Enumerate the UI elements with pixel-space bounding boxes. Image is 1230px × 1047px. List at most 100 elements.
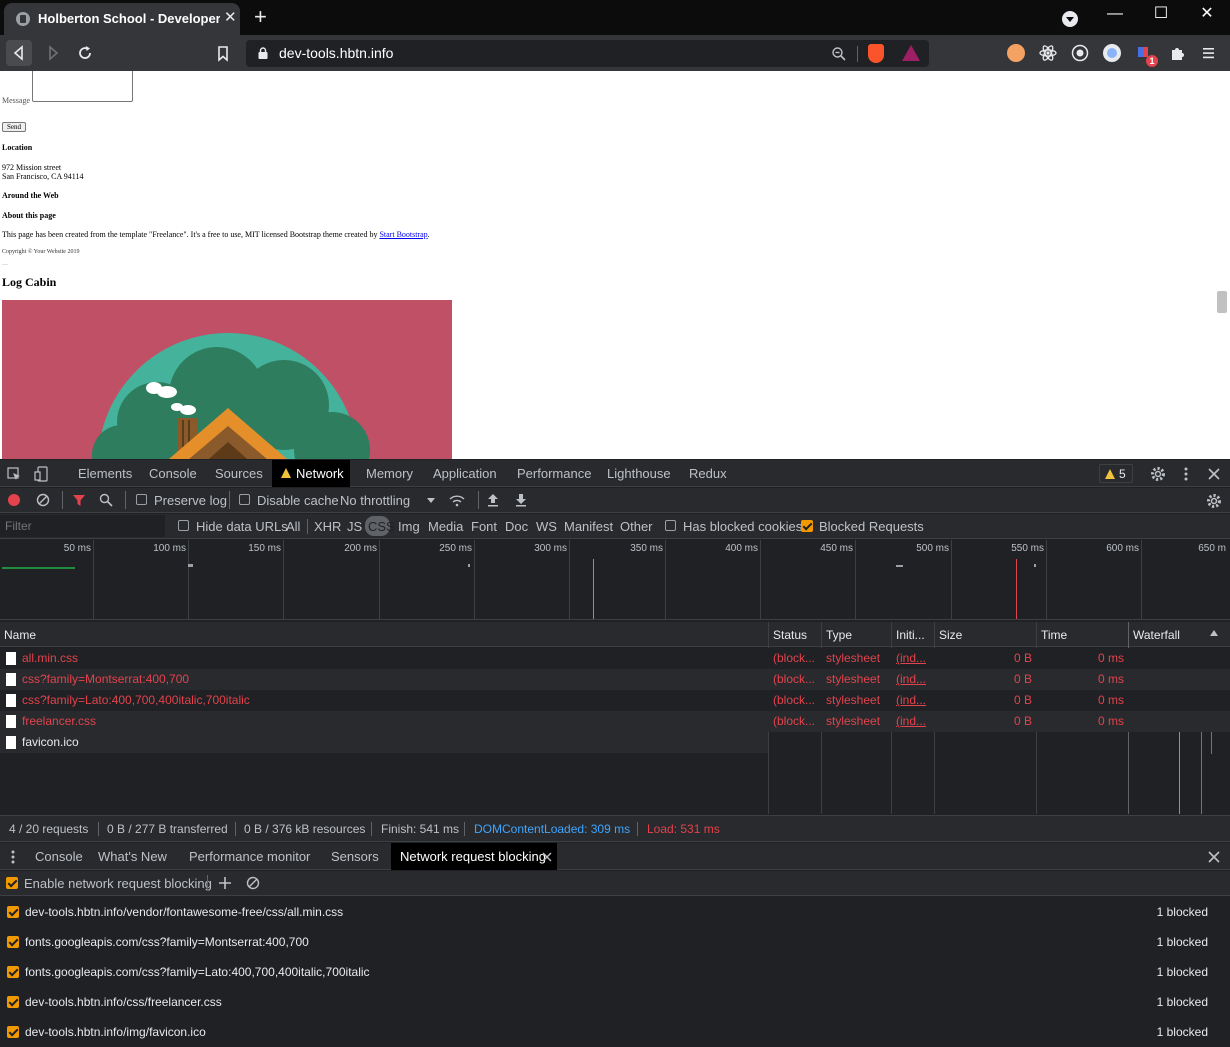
scroll-to-top-link[interactable]: — [2, 261, 8, 270]
network-settings-icon[interactable] [1206, 493, 1222, 509]
clear-icon[interactable] [36, 493, 50, 507]
list-item[interactable]: fonts.googleapis.com/css?family=Lato:400… [0, 957, 1230, 987]
hide-data-urls-checkbox[interactable] [178, 520, 189, 531]
column-status[interactable]: Status [773, 628, 807, 642]
maximize-button[interactable]: ☐ [1138, 2, 1184, 32]
blocked-requests-checkbox[interactable] [801, 520, 813, 532]
enable-blocking-checkbox[interactable] [6, 877, 18, 889]
type-filter-media[interactable]: Media [428, 519, 463, 534]
list-item[interactable]: dev-tools.hbtn.info/vendor/fontawesome-f… [0, 897, 1230, 927]
list-item[interactable]: dev-tools.hbtn.info/img/favicon.ico 1 bl… [0, 1017, 1230, 1047]
new-tab-button[interactable]: + [254, 6, 267, 28]
reload-button[interactable] [72, 40, 98, 66]
extension-avatar-icon[interactable] [1007, 44, 1025, 62]
close-tab-icon[interactable]: ✕ [224, 10, 237, 26]
tab-application[interactable]: Application [433, 466, 497, 481]
tab-lighthouse[interactable]: Lighthouse [607, 466, 671, 481]
type-filter-all[interactable]: All [286, 519, 300, 534]
type-filter-ws[interactable]: WS [536, 519, 557, 534]
pattern-checkbox[interactable] [7, 1026, 19, 1038]
drawer-tab-sensors[interactable]: Sensors [331, 849, 379, 864]
tab-console[interactable]: Console [149, 466, 197, 481]
type-filter-other[interactable]: Other [620, 519, 653, 534]
throttling-dropdown-icon[interactable] [427, 498, 435, 503]
tab-performance[interactable]: Performance [517, 466, 591, 481]
add-pattern-icon[interactable] [218, 876, 232, 890]
filter-input[interactable] [0, 515, 165, 537]
tab-network[interactable]: Network [272, 460, 350, 487]
table-row[interactable]: freelancer.css (block... stylesheet (ind… [0, 711, 1230, 732]
back-button[interactable] [6, 40, 32, 66]
send-button[interactable]: Send [2, 122, 26, 132]
close-drawer-tab-icon[interactable] [542, 852, 552, 862]
table-row[interactable]: all.min.css (block... stylesheet (ind...… [0, 648, 1230, 669]
import-har-icon[interactable] [487, 493, 499, 507]
react-devtools-icon[interactable] [1039, 44, 1057, 62]
close-drawer-icon[interactable] [1207, 850, 1221, 864]
request-initiator[interactable]: (ind... [896, 672, 930, 686]
tab-search-icon[interactable] [1062, 11, 1078, 27]
forward-button[interactable] [40, 40, 66, 66]
pattern-checkbox[interactable] [7, 966, 19, 978]
table-row[interactable]: css?family=Lato:400,700,400italic,700ita… [0, 690, 1230, 711]
start-bootstrap-link[interactable]: Start Bootstrap [379, 230, 427, 239]
type-filter-doc[interactable]: Doc [505, 519, 528, 534]
settings-gear-icon[interactable] [1150, 466, 1166, 482]
type-filter-xhr[interactable]: XHR [314, 519, 341, 534]
column-time[interactable]: Time [1041, 628, 1067, 642]
throttling-select[interactable]: No throttling [340, 493, 410, 508]
remove-all-patterns-icon[interactable] [246, 876, 260, 890]
column-type[interactable]: Type [826, 628, 852, 642]
sort-ascending-icon[interactable] [1210, 630, 1218, 636]
zoom-out-icon[interactable] [832, 47, 846, 61]
column-size[interactable]: Size [939, 628, 962, 642]
issues-counter[interactable]: 5 [1099, 464, 1133, 483]
request-initiator[interactable]: (ind... [896, 651, 930, 665]
drawer-tab-network-request-blocking[interactable]: Network request blocking [391, 843, 557, 870]
table-row[interactable]: favicon.ico [0, 732, 768, 753]
preserve-log-checkbox[interactable] [136, 494, 147, 505]
target-extension-icon[interactable] [1071, 44, 1089, 62]
has-blocked-cookies-checkbox[interactable] [665, 520, 676, 531]
tab-redux[interactable]: Redux [689, 466, 727, 481]
address-bar[interactable]: dev-tools.hbtn.info [246, 40, 929, 67]
request-initiator[interactable]: (ind... [896, 714, 930, 728]
drawer-tab-console[interactable]: Console [35, 849, 83, 864]
brave-rewards-icon[interactable] [902, 45, 920, 61]
close-window-button[interactable]: ✕ [1184, 2, 1230, 32]
type-filter-css[interactable]: CSS [368, 519, 395, 534]
tab-sources[interactable]: Sources [215, 466, 263, 481]
search-icon[interactable] [99, 493, 113, 507]
pattern-checkbox[interactable] [7, 936, 19, 948]
export-har-icon[interactable] [515, 493, 527, 507]
record-icon[interactable] [8, 494, 20, 506]
page-scrollbar[interactable] [1214, 71, 1230, 459]
circle-extension-icon[interactable] [1103, 44, 1121, 62]
drawer-menu-icon[interactable] [8, 849, 18, 865]
device-toolbar-icon[interactable] [34, 466, 48, 482]
tab-elements[interactable]: Elements [78, 466, 132, 481]
request-initiator[interactable]: (ind... [896, 693, 930, 707]
minimize-button[interactable]: — [1092, 2, 1138, 32]
table-row[interactable]: css?family=Montserrat:400,700 (block... … [0, 669, 1230, 690]
message-textarea[interactable] [32, 71, 133, 102]
browser-tab[interactable]: Holberton School - Developer tools ✕ [4, 3, 240, 35]
type-filter-js[interactable]: JS [347, 519, 362, 534]
disable-cache-checkbox[interactable] [239, 494, 250, 505]
type-filter-manifest[interactable]: Manifest [564, 519, 613, 534]
list-item[interactable]: dev-tools.hbtn.info/css/freelancer.css 1… [0, 987, 1230, 1017]
column-initiator[interactable]: Initi... [896, 628, 925, 642]
list-item[interactable]: fonts.googleapis.com/css?family=Montserr… [0, 927, 1230, 957]
pattern-checkbox[interactable] [7, 996, 19, 1008]
type-filter-img[interactable]: Img [398, 519, 420, 534]
pattern-checkbox[interactable] [7, 906, 19, 918]
type-filter-font[interactable]: Font [471, 519, 497, 534]
brave-shields-icon[interactable] [868, 44, 884, 63]
inspect-element-icon[interactable] [7, 467, 21, 481]
filter-funnel-icon[interactable] [72, 493, 86, 507]
column-name[interactable]: Name [4, 628, 36, 642]
column-waterfall[interactable]: Waterfall [1133, 628, 1180, 642]
bookmark-button[interactable] [210, 40, 236, 66]
extensions-puzzle-icon[interactable] [1168, 44, 1186, 62]
menu-icon[interactable] [1200, 44, 1218, 62]
